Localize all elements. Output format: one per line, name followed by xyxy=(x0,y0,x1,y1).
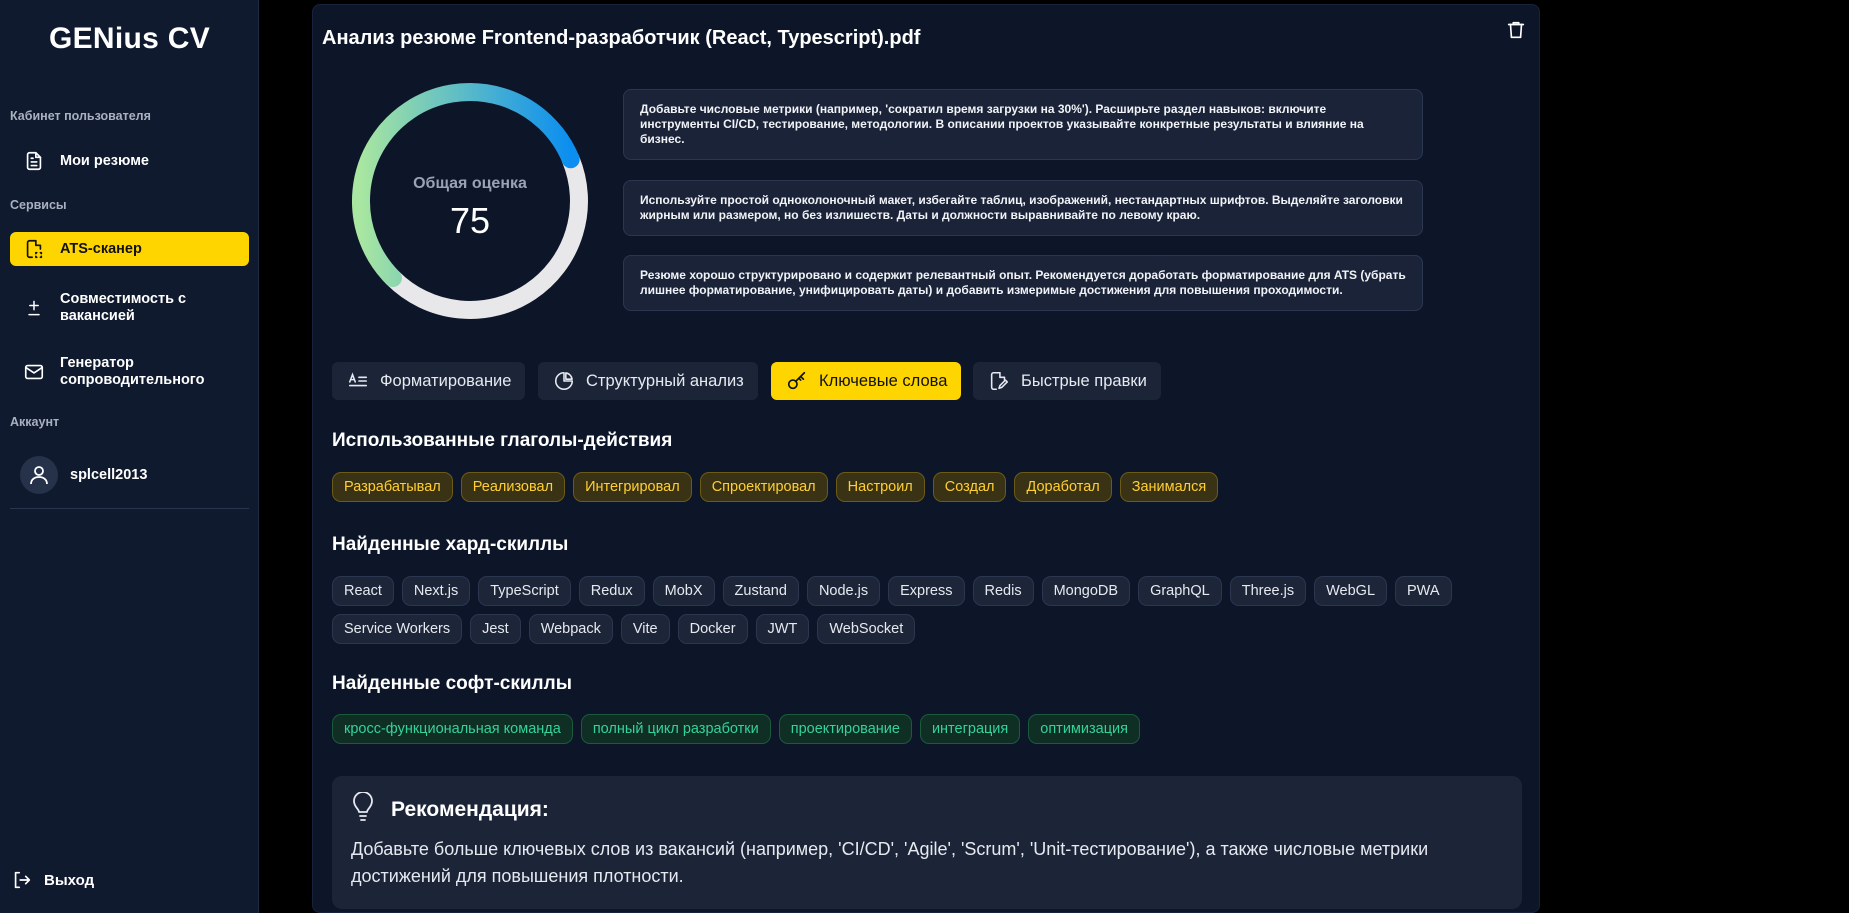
logout-icon xyxy=(10,868,34,892)
hard-skill-chip: Vite xyxy=(620,614,670,644)
delete-button[interactable] xyxy=(1503,19,1529,45)
hard-skill-chip: WebSocket xyxy=(817,614,916,644)
text-format-icon xyxy=(346,369,370,393)
tab-label: Ключевые слова xyxy=(819,371,948,390)
soft-skill-chip: оптимизация xyxy=(1028,714,1140,744)
sidebar-item-my-resumes[interactable]: Мои резюме xyxy=(10,143,249,179)
analysis-panel: Анализ резюме Frontend-разработчик (Reac… xyxy=(312,4,1540,913)
action-verb-chip: Интегрировал xyxy=(573,472,692,502)
sidebar-divider xyxy=(10,508,249,509)
hard-skill-chip: MongoDB xyxy=(1041,576,1131,606)
soft-skills-list: кросс-функциональная команда полный цикл … xyxy=(332,714,1522,744)
advice-card: Используйте простой одноколоночный макет… xyxy=(623,180,1423,236)
key-icon xyxy=(785,369,809,393)
hard-skills-heading: Найденные хард-скиллы xyxy=(332,534,569,555)
hard-skill-chip: Webpack xyxy=(528,614,613,644)
lightbulb-icon xyxy=(350,792,376,822)
sidebar-item-ats-scanner[interactable]: ATS-сканер xyxy=(10,232,249,266)
sidebar-item-label: Совместимость с вакансией xyxy=(60,291,187,324)
soft-skill-chip: проектирование xyxy=(778,714,912,744)
mail-icon xyxy=(20,358,48,386)
sidebar-item-label: Генератор сопроводительного xyxy=(60,355,205,388)
verbs-list: Разрабатывал Реализовал Интегрировал Спроек… xyxy=(332,472,1522,502)
section-label-account: Аккаунт xyxy=(10,415,60,429)
recommendation-title: Рекомендация: xyxy=(391,798,549,821)
hard-skill-chip: TypeScript xyxy=(478,576,571,606)
app-logo[interactable]: GENius CV xyxy=(0,22,259,56)
soft-skills-heading: Найденные софт-скиллы xyxy=(332,673,572,694)
hard-skill-chip: MobX xyxy=(652,576,715,606)
soft-skill-chip: полный цикл разработки xyxy=(580,714,771,744)
sidebar: GENius CV Кабинет пользователя Мои резюм… xyxy=(0,0,259,913)
hard-skill-chip: Next.js xyxy=(401,576,471,606)
advice-card: Добавьте числовые метрики (например, 'со… xyxy=(623,89,1423,160)
score-value: 75 xyxy=(449,200,491,241)
hard-skill-chip: Redux xyxy=(578,576,645,606)
recommendation-card: Рекомендация: Добавьте больше ключевых с… xyxy=(332,776,1522,909)
page-title: Анализ резюме Frontend-разработчик (Reac… xyxy=(322,27,921,49)
tab-label: Форматирование xyxy=(380,371,512,390)
sidebar-item-compatibility[interactable]: Совместимость с вакансией xyxy=(10,287,249,329)
logout-label: Выход xyxy=(44,871,95,889)
action-verb-chip: Создал xyxy=(932,472,1007,502)
tab-keywords[interactable]: Ключевые слова xyxy=(771,362,962,400)
hard-skill-chip: Jest xyxy=(470,614,521,644)
section-label-cabinet: Кабинет пользователя xyxy=(10,109,151,123)
tab-label: Структурный анализ xyxy=(586,371,744,390)
sidebar-item-label: Мои резюме xyxy=(60,153,149,169)
action-verb-chip: Реализовал xyxy=(460,472,566,502)
tab-label: Быстрые правки xyxy=(1021,371,1147,390)
section-label-services: Сервисы xyxy=(10,198,67,212)
hard-skill-chip: Express xyxy=(888,576,965,606)
hard-skills-list: React Next.js TypeScript Redux MobX Zustand No… xyxy=(332,576,1532,644)
hard-skill-chip: JWT xyxy=(755,614,810,644)
action-verb-chip: Настроил xyxy=(835,472,925,502)
verbs-heading: Использованные глаголы-действия xyxy=(332,430,673,451)
hard-skill-chip: React xyxy=(332,576,394,606)
action-verb-chip: Спроектировал xyxy=(699,472,828,502)
file-scan-icon xyxy=(20,235,48,263)
logout-button[interactable]: Выход xyxy=(10,868,94,892)
user-name: splcell2013 xyxy=(70,467,148,483)
soft-skill-chip: интеграция xyxy=(919,714,1021,744)
user-icon xyxy=(20,456,58,494)
hard-skill-chip: WebGL xyxy=(1314,576,1388,606)
hard-skill-chip: Node.js xyxy=(806,576,881,606)
sidebar-item-user[interactable]: splcell2013 xyxy=(10,452,249,498)
hard-skill-chip: Redis xyxy=(972,576,1034,606)
hard-skill-chip: Three.js xyxy=(1229,576,1307,606)
score-label: Общая оценка xyxy=(413,175,527,192)
action-verb-chip: Доработал xyxy=(1014,472,1112,502)
tab-structure[interactable]: Структурный анализ xyxy=(538,362,758,400)
pie-chart-icon xyxy=(552,369,576,393)
file-edit-icon xyxy=(987,369,1011,393)
tab-formatting[interactable]: Форматирование xyxy=(332,362,526,400)
plus-minus-icon xyxy=(20,294,48,322)
trash-icon xyxy=(1505,18,1527,47)
hard-skill-chip: Zustand xyxy=(722,576,799,606)
hard-skill-chip: PWA xyxy=(1395,576,1452,606)
recommendation-text: Добавьте больше ключевых слов из ваканси… xyxy=(351,839,1429,886)
hard-skill-chip: Service Workers xyxy=(332,614,463,644)
advice-card: Резюме хорошо структурировано и содержит… xyxy=(623,255,1423,311)
hard-skill-chip: GraphQL xyxy=(1138,576,1222,606)
action-verb-chip: Занимался xyxy=(1119,472,1219,502)
tab-quick-edits[interactable]: Быстрые правки xyxy=(973,362,1161,400)
sidebar-item-cover-letter[interactable]: Генератор сопроводительного xyxy=(10,351,249,393)
soft-skill-chip: кросс-функциональная команда xyxy=(332,714,573,744)
action-verb-chip: Разрабатывал xyxy=(332,472,453,502)
hard-skill-chip: Docker xyxy=(677,614,748,644)
sidebar-item-label: ATS-сканер xyxy=(60,241,142,257)
file-text-icon xyxy=(20,147,48,175)
